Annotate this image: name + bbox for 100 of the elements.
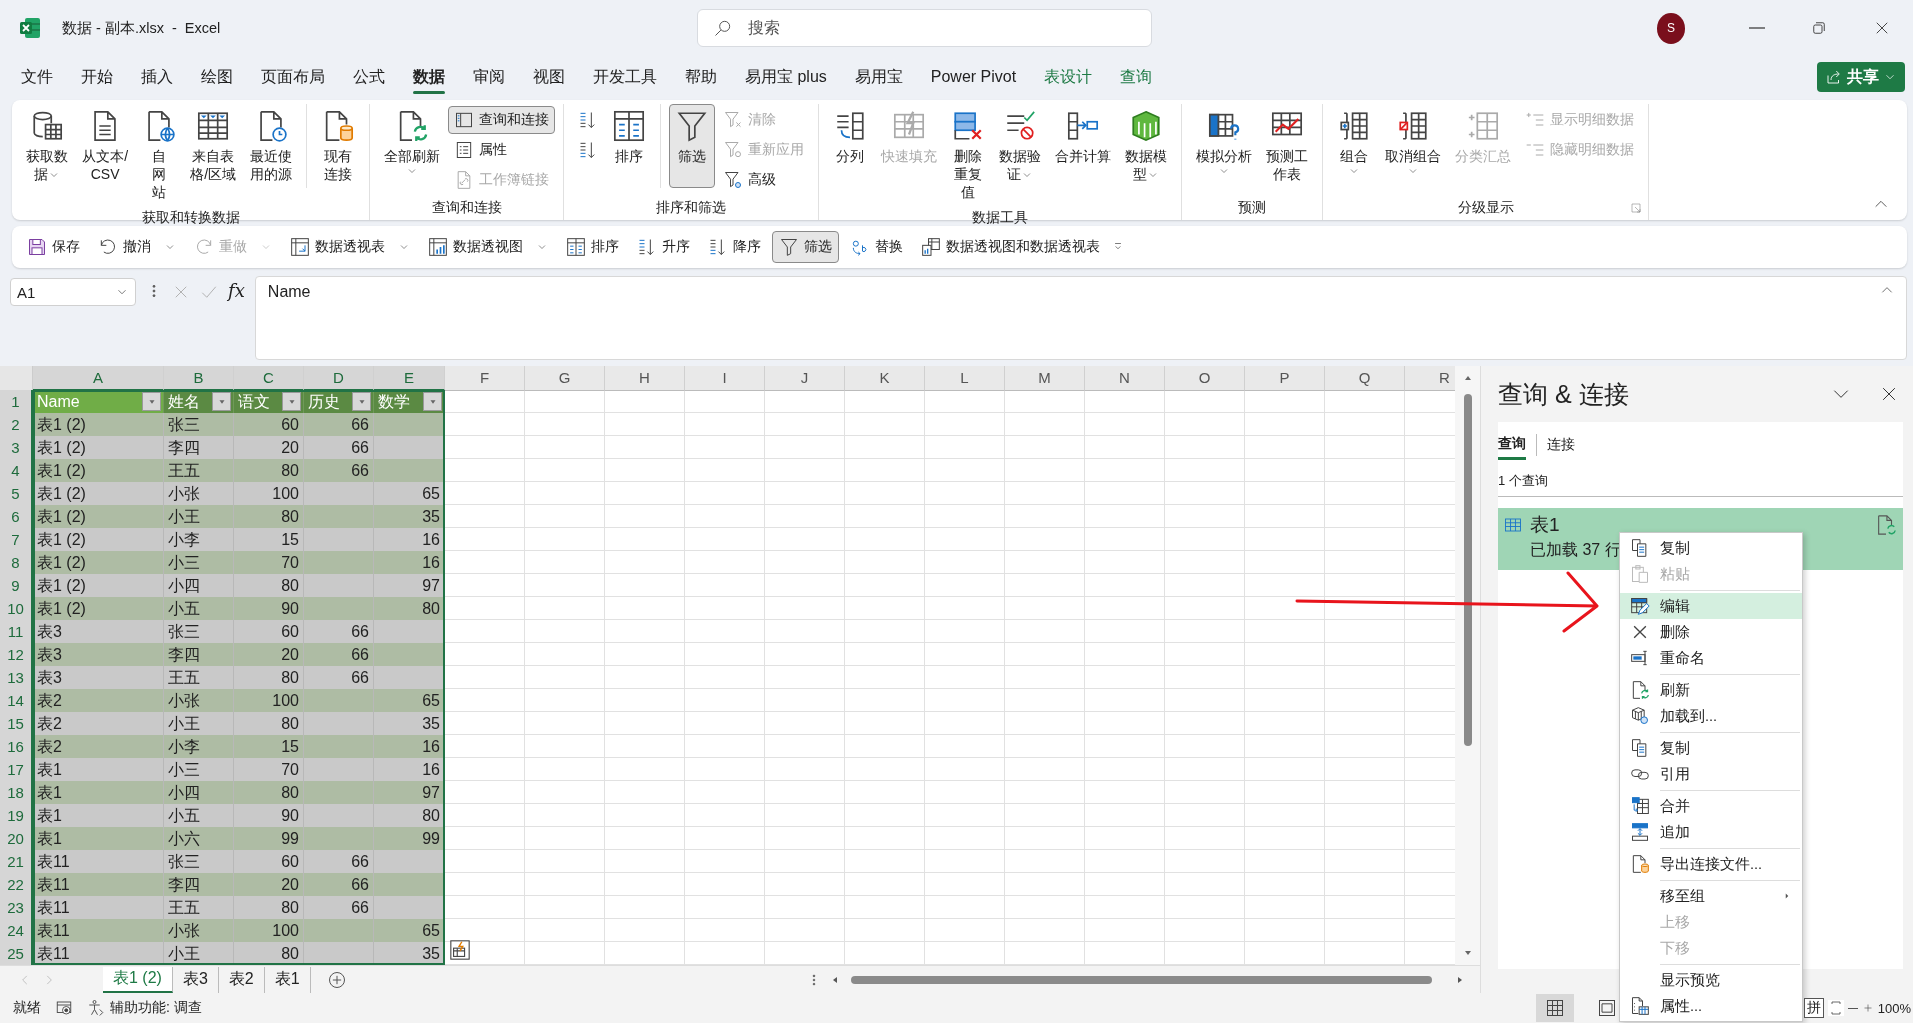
table-cell: 20 [234, 643, 304, 667]
table-cell: 小四 [164, 574, 234, 598]
table-cell: 99 [374, 827, 445, 851]
table-cell: 小三 [164, 551, 234, 575]
query-count: 1 个查询 [1498, 464, 1903, 497]
table-cell: 表11 [33, 942, 164, 965]
table-cell: 表1 [33, 781, 164, 805]
table-cell: 70 [234, 551, 304, 575]
table-cell: 65 [374, 482, 445, 506]
table-cell: 90 [234, 804, 304, 828]
table-cell: 小张 [164, 919, 234, 943]
row-number: 15 [0, 712, 33, 736]
row-number: 8 [0, 551, 33, 575]
table-cell: 100 [234, 919, 304, 943]
table-cell: 66 [304, 643, 374, 667]
table-header: Name [37, 391, 80, 412]
row-number: 13 [0, 666, 33, 690]
table-cell: 小张 [164, 689, 234, 713]
table-header: 姓名 [168, 391, 200, 412]
table-cell: 80 [234, 712, 304, 736]
table-cell: 66 [304, 620, 374, 644]
table-cell: 表11 [33, 896, 164, 920]
table-cell: 张三 [164, 850, 234, 874]
row-number: 5 [0, 482, 33, 506]
group-label: 数据工具 [971, 208, 1030, 227]
table-cell: 表1 (2) [33, 482, 164, 506]
table-cell: 表1 (2) [33, 574, 164, 598]
group-label: 排序和筛选 [655, 198, 728, 217]
table-cell: 小六 [164, 827, 234, 851]
group-label: 查询和连接 [430, 198, 503, 217]
table-cell: 表1 [33, 804, 164, 828]
group-label: 分级显示 [1456, 198, 1515, 217]
table-cell: 王五 [164, 459, 234, 483]
table-cell: 小五 [164, 804, 234, 828]
table-cell: 80 [234, 574, 304, 598]
table-cell: 80 [234, 781, 304, 805]
row-number: 1 [0, 390, 33, 414]
group-label: 预测 [1237, 198, 1268, 217]
table-cell: 表11 [33, 919, 164, 943]
table-header: 数学 [378, 391, 410, 412]
table-cell: 100 [234, 482, 304, 506]
table-cell: 80 [374, 597, 445, 621]
table-cell: 80 [374, 804, 445, 828]
table-cell: 80 [234, 505, 304, 529]
row-number: 22 [0, 873, 33, 897]
table-cell: 16 [374, 528, 445, 552]
table-cell: 99 [234, 827, 304, 851]
row-number: 16 [0, 735, 33, 759]
table-cell: 小王 [164, 942, 234, 965]
table-cell: 张三 [164, 413, 234, 437]
table-cell: 表1 (2) [33, 597, 164, 621]
table-cell: 李四 [164, 643, 234, 667]
table-cell: 66 [304, 873, 374, 897]
window-title: 数据 - 副本.xlsx - Excel [62, 18, 222, 38]
table-cell: 表1 [33, 758, 164, 782]
table-cell: 小李 [164, 735, 234, 759]
table-cell: 表2 [33, 689, 164, 713]
table-cell: 表1 (2) [33, 459, 164, 483]
row-number: 17 [0, 758, 33, 782]
table-cell: 66 [304, 413, 374, 437]
table-cell: 60 [234, 413, 304, 437]
table-cell: 66 [304, 896, 374, 920]
table-cell: 16 [374, 551, 445, 575]
table-cell: 97 [374, 781, 445, 805]
row-number: 2 [0, 413, 33, 437]
table-cell: 97 [374, 574, 445, 598]
table-cell: 表11 [33, 850, 164, 874]
table-cell: 16 [374, 758, 445, 782]
status-text: 就绪 [13, 999, 41, 1017]
table-cell: 表2 [33, 735, 164, 759]
table-cell: 小王 [164, 712, 234, 736]
row-number: 21 [0, 850, 33, 874]
table-cell: 表11 [33, 873, 164, 897]
table-cell: 表1 [33, 827, 164, 851]
table-cell: 35 [374, 505, 445, 529]
table-cell: 表1 (2) [33, 436, 164, 460]
table-cell: 35 [374, 712, 445, 736]
table-cell: 王五 [164, 666, 234, 690]
table-cell: 表3 [33, 666, 164, 690]
row-number: 19 [0, 804, 33, 828]
row-number: 7 [0, 528, 33, 552]
row-number: 14 [0, 689, 33, 713]
table-cell: 表1 (2) [33, 528, 164, 552]
table-cell: 100 [234, 689, 304, 713]
table-cell: 表1 (2) [33, 551, 164, 575]
row-number: 18 [0, 781, 33, 805]
group-label: 获取和转换数据 [140, 208, 241, 227]
query-status: 已加载 37 行 [1530, 540, 1621, 560]
table-cell: 70 [234, 758, 304, 782]
table-cell: 65 [374, 689, 445, 713]
row-number: 20 [0, 827, 33, 851]
table-cell: 李四 [164, 436, 234, 460]
table-cell: 小王 [164, 505, 234, 529]
table-cell: 66 [304, 436, 374, 460]
table-cell: 小五 [164, 597, 234, 621]
row-number: 4 [0, 459, 33, 483]
table-cell: 80 [234, 942, 304, 965]
row-number: 12 [0, 643, 33, 667]
table-cell: 小四 [164, 781, 234, 805]
table-cell: 20 [234, 436, 304, 460]
